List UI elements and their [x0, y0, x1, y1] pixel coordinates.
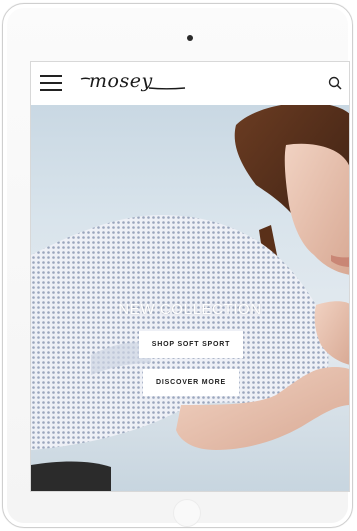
hamburger-menu-icon[interactable]: [40, 75, 62, 91]
device-screen: mosey NEW COLLECTION SHOP SOFT SPORT DIS…: [30, 61, 350, 492]
hero-image: [31, 105, 349, 491]
site-header: mosey: [31, 62, 349, 105]
home-button-icon[interactable]: [173, 499, 201, 527]
camera-icon: [187, 35, 193, 41]
search-icon[interactable]: [328, 76, 342, 90]
hero-banner: NEW COLLECTION SHOP SOFT SPORT DISCOVER …: [31, 105, 349, 491]
tablet-frame: mosey NEW COLLECTION SHOP SOFT SPORT DIS…: [2, 3, 353, 528]
logo-text: mosey: [89, 70, 153, 92]
discover-more-button[interactable]: DISCOVER MORE: [143, 369, 239, 396]
shop-soft-sport-button[interactable]: SHOP SOFT SPORT: [139, 331, 243, 358]
hero-title: NEW COLLECTION: [118, 301, 262, 318]
